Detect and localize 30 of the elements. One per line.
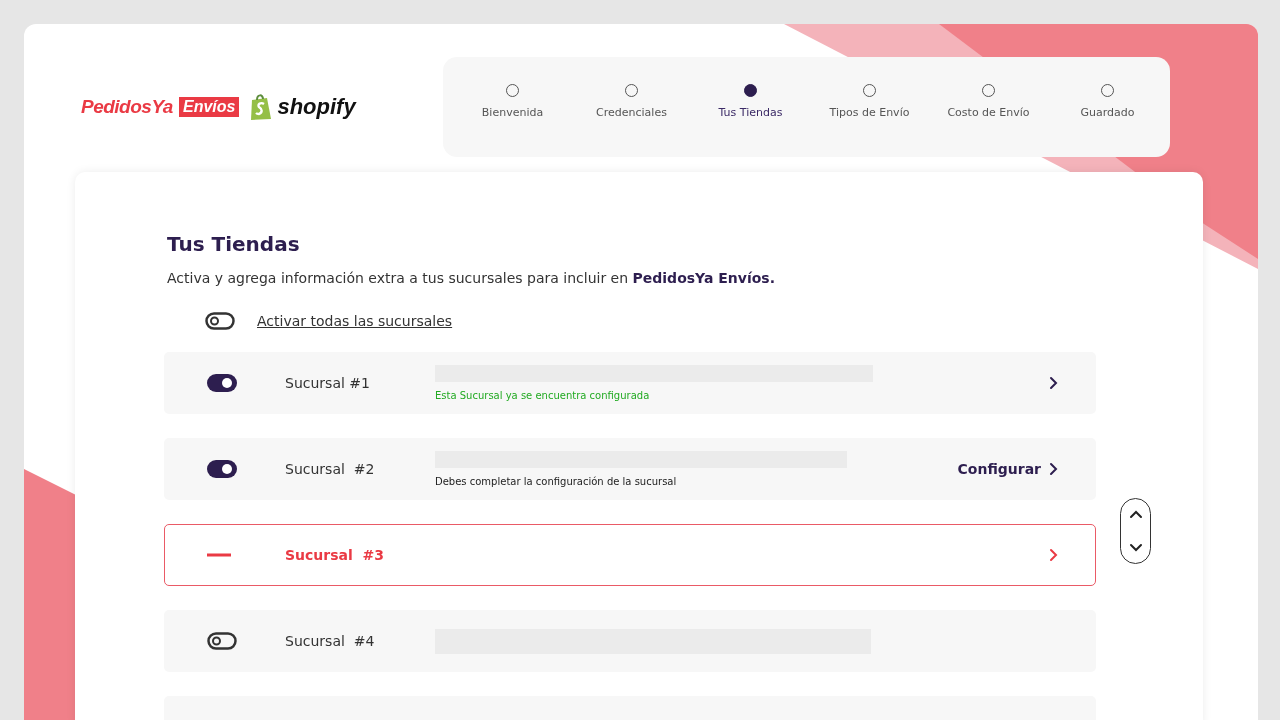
branch-row[interactable]: Sucursal #3 xyxy=(164,524,1096,586)
branch-row[interactable]: Sucursal #2 Debes completar la configuración de la sucursal Configurar xyxy=(164,438,1096,500)
section-title: Tus Tiendas xyxy=(167,232,301,256)
step-label: Bienvenida xyxy=(481,106,544,119)
status-message: Esta Sucursal ya se encuentra configurada xyxy=(435,390,651,401)
step-label: Tus Tiendas xyxy=(718,106,783,119)
branch-name: Sucursal #1 xyxy=(285,375,371,391)
branch-row[interactable]: Sucursal #4 xyxy=(164,610,1096,672)
branch-name: Sucursal #4 xyxy=(285,633,376,649)
step-label: Costo de Envío xyxy=(947,106,1030,119)
configure-button[interactable]: Configurar xyxy=(957,461,1061,477)
status-message: Debes completar la configuración de la sucursal xyxy=(435,476,678,487)
toggle-switch[interactable] xyxy=(205,312,235,330)
step-dot[interactable] xyxy=(744,84,757,97)
brand-logo: PedidosYa xyxy=(81,96,173,118)
toggle-switch[interactable] xyxy=(207,460,237,478)
step-label: Guardado xyxy=(1080,106,1135,119)
branch-name: Sucursal #3 xyxy=(285,547,386,563)
partner-logo: shopify xyxy=(277,94,356,120)
activate-all-link[interactable]: Activar todas las sucursales xyxy=(257,313,453,329)
branch-row[interactable]: Sucursal #1 Esta Sucursal ya se encuentra configurada xyxy=(164,352,1096,414)
branch-name: Sucursal #2 xyxy=(285,461,376,477)
step-label: Tipos de Envío xyxy=(829,106,910,119)
section-description: Activa y agrega información extra a tus sucursales para incluir en PedidosYa Envíos. xyxy=(167,270,776,286)
brand-badge: Envíos xyxy=(178,97,240,117)
toggle-switch[interactable] xyxy=(207,632,237,650)
step-label: Credenciales xyxy=(596,106,667,119)
minus-icon xyxy=(207,553,231,557)
toggle-switch[interactable] xyxy=(207,374,237,392)
shopping-bag-icon xyxy=(249,93,274,121)
